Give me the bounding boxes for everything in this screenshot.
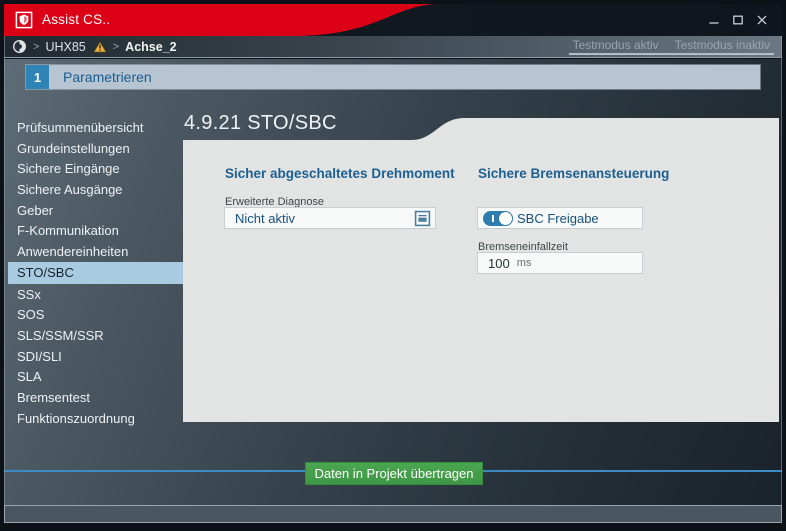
sidebar-item-grundeinstellungen[interactable]: Grundeinstellungen	[8, 138, 183, 159]
list-box-icon[interactable]	[414, 210, 431, 227]
breadcrumb-separator: >	[113, 41, 119, 53]
sidebar-item-sls-ssm-ssr[interactable]: SLS/SSM/SSR	[8, 325, 183, 346]
step-number-badge[interactable]: 1	[26, 65, 49, 89]
testmode-switch: Testmodus aktiv Testmodus inaktiv	[569, 38, 774, 55]
breadcrumb-axis[interactable]: Achse_2	[125, 40, 176, 54]
sidebar-item-sichere-ausgaenge[interactable]: Sichere Ausgänge	[8, 179, 183, 200]
transfer-to-project-button[interactable]: Daten in Projekt übertragen	[305, 462, 483, 485]
close-icon[interactable]	[754, 12, 770, 28]
testmode-inactive-button[interactable]: Testmodus inaktiv	[675, 38, 770, 52]
app-shield-icon	[15, 11, 33, 29]
window-controls	[706, 4, 770, 36]
main-area: 1 Parametrieren Prüfsummenübersicht Grun…	[4, 59, 782, 505]
sidebar-item-pruefsummenuebersicht[interactable]: Prüfsummenübersicht	[8, 117, 183, 138]
breadcrumb-device[interactable]: UHX85	[45, 40, 85, 54]
content-panel: Sicher abgeschaltetes Drehmoment Erweite…	[183, 118, 779, 422]
sidebar-item-ssx[interactable]: SSx	[8, 284, 183, 305]
sidebar-item-f-kommunikation[interactable]: F-Kommunikation	[8, 220, 183, 241]
sidebar-item-bremsentest[interactable]: Bremsentest	[8, 387, 183, 408]
drive-icon[interactable]	[12, 39, 27, 54]
window-title: Assist CS..	[42, 4, 110, 36]
diagnose-dropdown[interactable]: Nicht aktiv	[224, 207, 436, 229]
sbc-section-heading: Sichere Bremsenansteuerung	[478, 166, 669, 181]
testmode-active-button[interactable]: Testmodus aktiv	[573, 38, 659, 52]
status-bar	[4, 505, 782, 523]
breadcrumb-separator: >	[33, 41, 39, 53]
sbc-freigabe-row: SBC Freigabe	[477, 207, 643, 229]
sidebar-item-sichere-eingaenge[interactable]: Sichere Eingänge	[8, 158, 183, 179]
bremseneinfallzeit-unit: ms	[517, 257, 532, 269]
toggle-on-icon[interactable]	[483, 211, 513, 226]
sidebar-nav: Prüfsummenübersicht Grundeinstellungen S…	[8, 117, 183, 429]
sto-section-heading: Sicher abgeschaltetes Drehmoment	[225, 166, 455, 181]
sidebar-item-geber[interactable]: Geber	[8, 200, 183, 221]
sidebar-item-sto-sbc[interactable]: STO/SBC	[8, 262, 183, 284]
bremseneinfallzeit-value: 100	[478, 256, 510, 271]
sidebar-item-sla[interactable]: SLA	[8, 367, 183, 388]
sidebar-item-sdi-sli[interactable]: SDI/SLI	[8, 346, 183, 367]
bremseneinfallzeit-input[interactable]: 100 ms	[477, 252, 643, 274]
sidebar-item-anwendereinheiten[interactable]: Anwendereinheiten	[8, 241, 183, 262]
sidebar-item-sos[interactable]: SOS	[8, 305, 183, 326]
sbc-toggle-label: SBC Freigabe	[513, 211, 599, 226]
warning-triangle-icon	[93, 41, 107, 53]
sidebar-item-funktionszuordnung[interactable]: Funktionszuordnung	[8, 408, 183, 429]
breadcrumb: > UHX85 > Achse_2 Testmodus aktiv Testmo…	[4, 36, 782, 58]
step-label[interactable]: Parametrieren	[49, 65, 760, 89]
title-bar: Assist CS..	[4, 4, 782, 36]
minimize-icon[interactable]	[706, 12, 722, 28]
step-bar: 1 Parametrieren	[26, 65, 760, 89]
diagnose-dropdown-value: Nicht aktiv	[225, 211, 295, 226]
maximize-icon[interactable]	[730, 12, 746, 28]
